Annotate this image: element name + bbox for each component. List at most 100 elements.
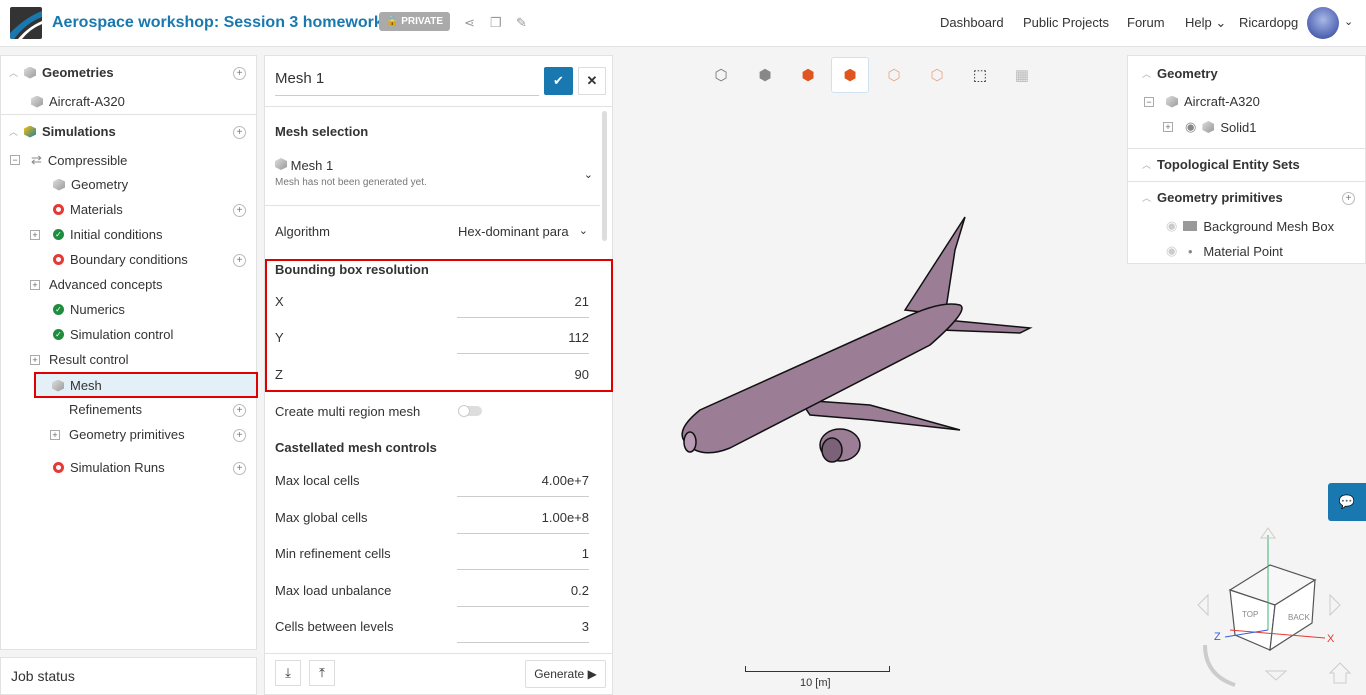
nav-help[interactable]: Help ⌄ <box>1185 15 1226 31</box>
eye-off-icon[interactable]: ◉ <box>1166 243 1177 259</box>
tree-simulation-runs[interactable]: Simulation Runs <box>53 460 165 475</box>
collapse-toggle[interactable]: − <box>10 155 20 165</box>
tree-simulations[interactable]: ︿ Simulations <box>9 124 116 139</box>
generate-label: Generate <box>534 667 585 681</box>
background-mesh-box[interactable]: ◉ Background Mesh Box <box>1166 218 1334 234</box>
nav-forum[interactable]: Forum <box>1127 15 1165 30</box>
tree-geometries[interactable]: ︿ Geometries <box>9 65 114 80</box>
max-global-cells-input[interactable]: 1.00e+8 <box>457 510 589 534</box>
tree-aircraft[interactable]: Aircraft-A320 <box>31 94 125 109</box>
tree-numerics[interactable]: ✓ Numerics <box>53 302 125 317</box>
box-select-icon[interactable]: ⬚ <box>961 57 999 93</box>
add-primitive-button[interactable]: + <box>1342 192 1355 205</box>
share-icon[interactable]: ⋖ <box>464 15 475 31</box>
add-run-button[interactable]: + <box>233 462 246 475</box>
rotate-view-icon[interactable] <box>1203 644 1236 687</box>
geometry-solid[interactable]: ◉ Solid1 <box>1185 119 1256 135</box>
home-icon[interactable] <box>1328 662 1352 684</box>
wireframe-icon[interactable]: ⬡ <box>702 57 740 93</box>
chevron-down-icon[interactable]: ⌄ <box>1344 15 1353 28</box>
label: Materials <box>70 202 123 217</box>
job-status-panel[interactable]: Job status <box>0 657 257 695</box>
add-refinement-button[interactable]: + <box>233 404 246 417</box>
rotate-down-icon[interactable] <box>1264 670 1288 681</box>
mesh-name-input[interactable]: Mesh 1 <box>275 70 539 96</box>
solid-icon[interactable]: ⬢ <box>746 57 784 93</box>
topo-sets-header[interactable]: ︿ Topological Entity Sets <box>1142 157 1300 172</box>
add-geometry-button[interactable]: + <box>233 67 246 80</box>
nav-public-projects[interactable]: Public Projects <box>1023 15 1109 30</box>
collapse-toggle[interactable]: − <box>1144 97 1154 107</box>
select-vertex-icon[interactable]: ⬡ <box>918 57 956 93</box>
app-logo[interactable] <box>10 7 42 39</box>
geometry-section-header[interactable]: ︿ Geometry <box>1142 66 1218 81</box>
add-primitive-button[interactable]: + <box>233 429 246 442</box>
add-boundary-button[interactable]: + <box>233 254 246 267</box>
geometry-aircraft[interactable]: Aircraft-A320 <box>1166 94 1260 109</box>
tree-boundary-conditions[interactable]: Boundary conditions <box>53 252 188 267</box>
tree-geometry-primitives[interactable]: Geometry primitives <box>69 427 185 442</box>
tree-result-control[interactable]: Result control <box>49 352 128 367</box>
select-edge-icon[interactable]: ⬡ <box>875 57 913 93</box>
tree-materials[interactable]: Materials <box>53 202 123 217</box>
mesh-panel: Mesh 1 ✔ ✕ Mesh selection Mesh 1 Mesh ha… <box>264 55 613 695</box>
max-local-cells-input[interactable]: 4.00e+7 <box>457 473 589 497</box>
project-title[interactable]: Aerospace workshop: Session 3 homework <box>52 14 383 32</box>
add-simulation-button[interactable]: + <box>233 126 246 139</box>
material-point[interactable]: ◉ ● Material Point <box>1166 243 1283 259</box>
tree-compressible[interactable]: ⇄ Compressible <box>31 152 127 168</box>
expand-toggle[interactable]: + <box>30 280 40 290</box>
eye-icon[interactable]: ◉ <box>1185 119 1196 135</box>
tree-initial-conditions[interactable]: ✓ Initial conditions <box>53 227 163 242</box>
avatar[interactable] <box>1307 7 1339 39</box>
copy-icon[interactable]: ❐ <box>490 15 502 31</box>
cells-between-levels-label: Cells between levels <box>275 619 394 634</box>
rotate-left-icon[interactable] <box>1197 593 1209 617</box>
bbox-title: Bounding box resolution <box>275 262 429 277</box>
download-icon[interactable]: ⤓ <box>275 660 301 686</box>
nav-dashboard[interactable]: Dashboard <box>940 15 1004 30</box>
multi-region-toggle[interactable] <box>458 405 482 417</box>
geometry-check-icon <box>53 178 65 191</box>
label: Refinements <box>69 402 142 417</box>
tree-advanced-concepts[interactable]: Advanced concepts <box>49 277 162 292</box>
close-button[interactable]: ✕ <box>578 67 606 95</box>
collapse-icon[interactable]: ︿ <box>9 125 18 138</box>
rotate-right-icon[interactable] <box>1329 593 1341 617</box>
cells-between-levels-input[interactable]: 3 <box>457 619 589 643</box>
tree-simulation-control[interactable]: ✓ Simulation control <box>53 327 173 342</box>
algorithm-select[interactable]: Hex-dominant para ⌄ <box>458 224 588 239</box>
add-material-button[interactable]: + <box>233 204 246 217</box>
select-face-icon[interactable]: ⬢ <box>831 57 869 93</box>
select-solid-icon[interactable]: ⬢ <box>789 57 827 93</box>
label: Geometry <box>71 177 129 192</box>
aircraft-model[interactable] <box>670 210 1040 470</box>
x-axis-label: X <box>1327 633 1335 645</box>
y-input[interactable]: 112 <box>457 330 589 354</box>
generate-button[interactable]: Generate ▶ <box>525 660 606 688</box>
expand-toggle[interactable]: + <box>30 355 40 365</box>
label: Simulation Runs <box>70 460 165 475</box>
expand-toggle[interactable]: + <box>50 430 60 440</box>
eye-off-icon[interactable]: ◉ <box>1166 218 1177 234</box>
edit-icon[interactable]: ✎ <box>516 15 527 31</box>
mesh-select-dropdown[interactable]: Mesh 1 Mesh has not been generated yet. … <box>275 158 593 196</box>
primitives-header[interactable]: ︿ Geometry primitives <box>1142 190 1283 205</box>
mesh-view-icon[interactable]: ▦ <box>1003 57 1041 93</box>
min-refinement-cells-input[interactable]: 1 <box>457 546 589 570</box>
tree-geometry[interactable]: Geometry <box>53 177 128 192</box>
x-input[interactable]: 21 <box>457 294 589 318</box>
chat-button[interactable]: 💬 <box>1328 483 1366 521</box>
upload-icon[interactable]: ⤒ <box>309 660 335 686</box>
expand-toggle[interactable]: + <box>1163 122 1173 132</box>
max-load-unbalance-input[interactable]: 0.2 <box>457 583 589 607</box>
user-name[interactable]: Ricardopg <box>1239 15 1298 30</box>
collapse-icon[interactable]: ︿ <box>9 66 18 79</box>
z-input[interactable]: 90 <box>457 367 589 390</box>
confirm-button[interactable]: ✔ <box>544 67 573 95</box>
navigation-cube[interactable]: TOP BACK X Z <box>1190 525 1360 695</box>
scrollbar[interactable] <box>602 111 607 241</box>
tree-refinements[interactable]: Refinements <box>69 402 142 417</box>
tree-mesh[interactable]: Mesh <box>34 372 258 398</box>
expand-toggle[interactable]: + <box>30 230 40 240</box>
